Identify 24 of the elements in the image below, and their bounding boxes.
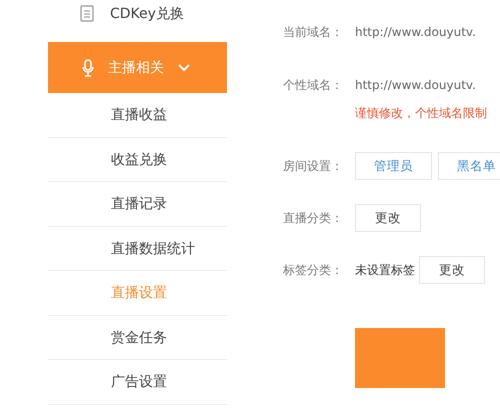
field-value: http://www.douyutv.	[355, 78, 476, 92]
sidebar-item[interactable]: 赏金任务	[48, 316, 227, 360]
field-label: 当前域名：	[283, 24, 344, 40]
field-label: 个性域名：	[283, 76, 344, 94]
warning-text: 谨慎修改，个性域名限制	[355, 105, 488, 122]
option-button[interactable]: 更改	[355, 204, 421, 232]
field-label: 直播分类：	[283, 210, 344, 226]
option-button[interactable]: 管理员	[355, 152, 432, 180]
sidebar-item[interactable]: 直播记录	[48, 182, 227, 226]
field-label: 房间设置：	[283, 158, 344, 174]
option-button[interactable]: 更改	[419, 256, 485, 284]
field-value: 未设置标签	[355, 262, 415, 278]
option-button[interactable]: 黑名单	[438, 152, 500, 180]
field-value: http://www.douyutv.	[355, 25, 476, 39]
document-icon	[80, 5, 94, 23]
chevron-icon	[178, 64, 190, 72]
sidebar-item[interactable]: CDKey兑换	[48, 0, 227, 42]
sidebar-item[interactable]: 直播数据统计	[48, 226, 227, 271]
microphone-icon	[82, 58, 94, 76]
field-label: 标签分类：	[283, 262, 344, 278]
sidebar-item[interactable]: 收益兑换	[48, 138, 227, 182]
submit-button[interactable]	[355, 328, 445, 388]
sidebar-item[interactable]: 广告设置	[48, 360, 227, 404]
sidebar-item[interactable]: 直播收益	[48, 93, 227, 138]
